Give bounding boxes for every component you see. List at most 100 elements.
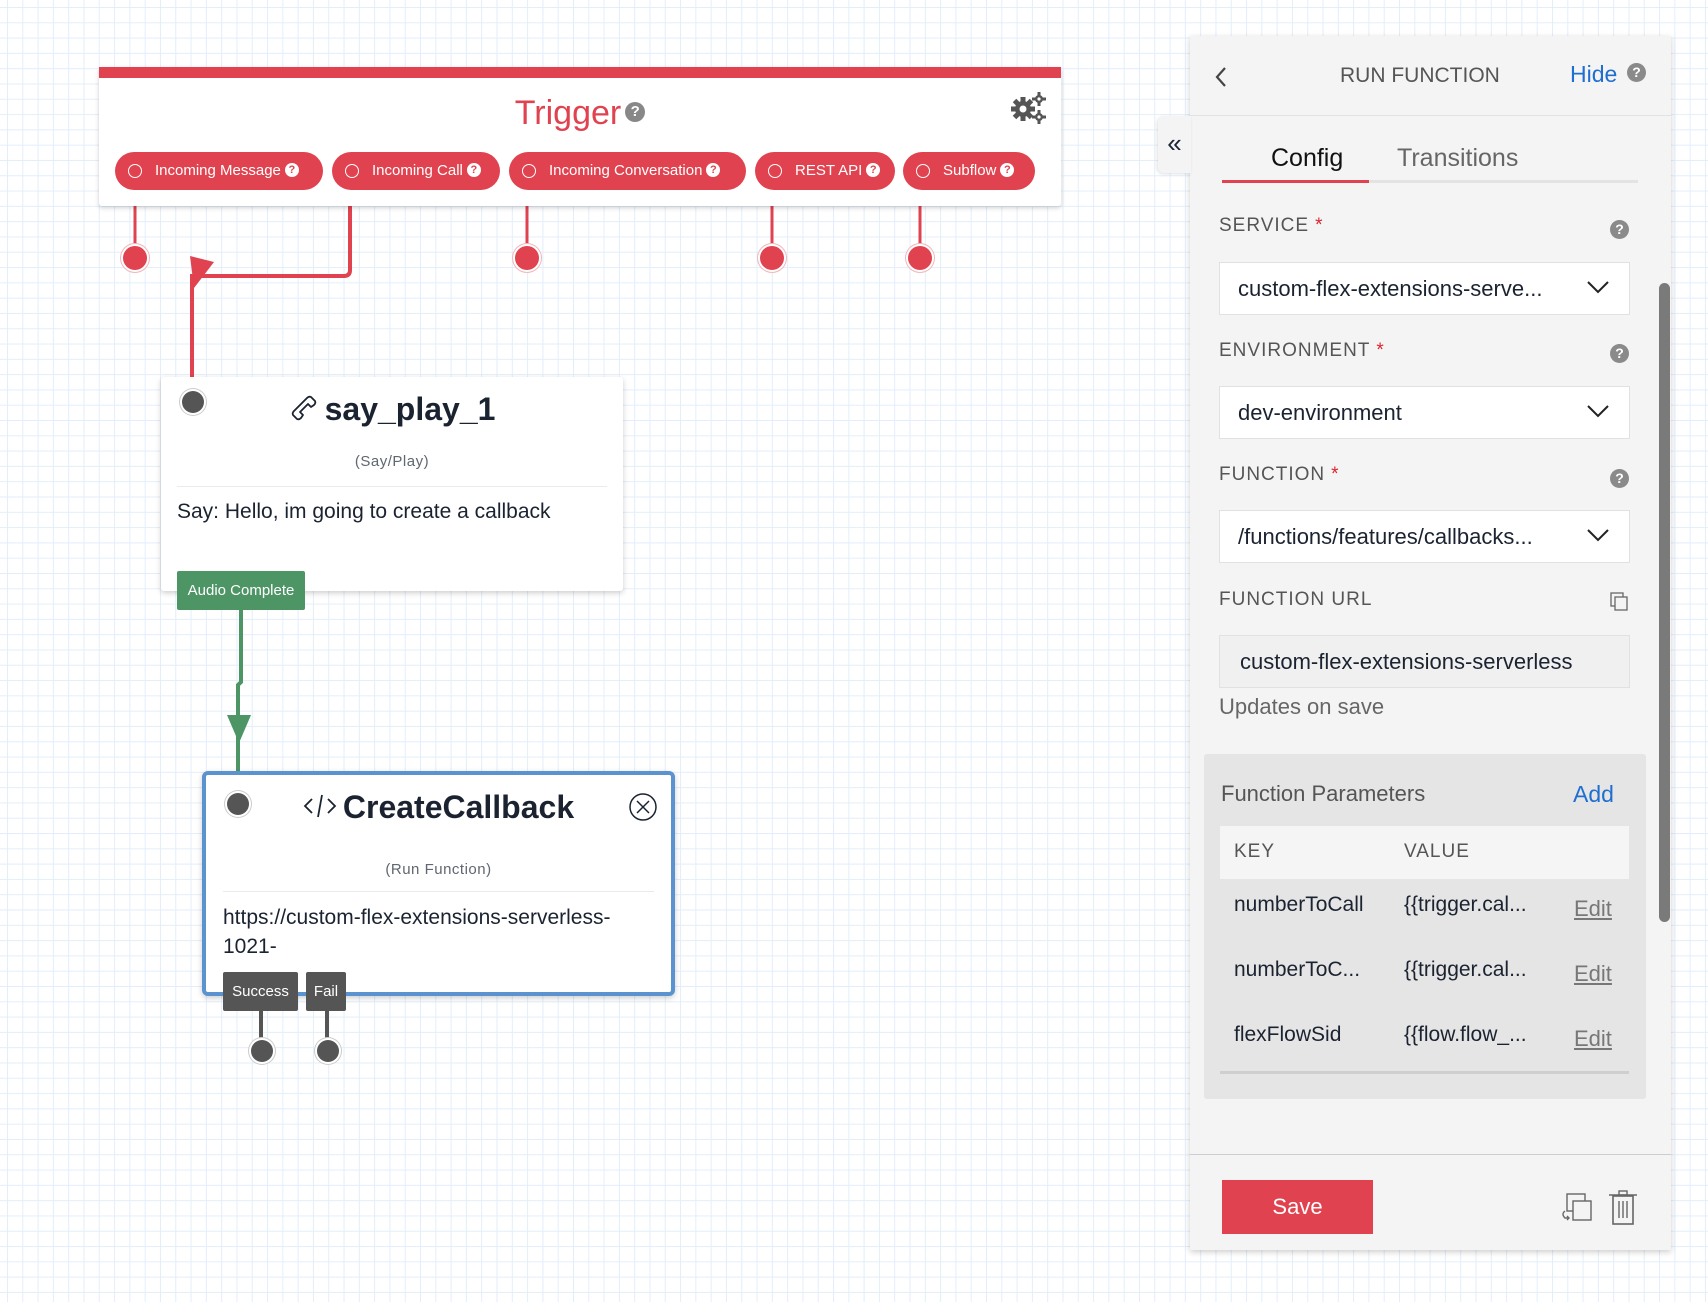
chevron-down-icon [1587, 529, 1609, 542]
function-url-field[interactable]: custom-flex-extensions-serverless [1219, 635, 1630, 688]
help-icon[interactable]: ? [1610, 220, 1629, 239]
widget-create-callback[interactable]: CreateCallback (Run Function) https://cu… [202, 771, 675, 996]
help-icon[interactable]: ? [1610, 344, 1629, 363]
table-bottom-border [1220, 1071, 1629, 1074]
field-value: custom-flex-extensions-serverless [1240, 649, 1573, 674]
input-port[interactable] [227, 793, 249, 815]
help-icon[interactable]: ? [866, 163, 881, 178]
transition-audio-complete[interactable]: Audio Complete [177, 571, 305, 610]
select-value: dev-environment [1238, 400, 1402, 425]
widget-type: (Say/Play) [354, 453, 430, 470]
help-icon[interactable]: ? [466, 163, 481, 178]
help-icon[interactable]: ? [284, 163, 299, 178]
chevron-left-icon[interactable] [1213, 65, 1229, 89]
trigger-title-text: Trigger [514, 94, 622, 132]
function-label: FUNCTION * [1219, 464, 1340, 486]
help-icon[interactable]: ? [706, 163, 721, 178]
service-select[interactable]: custom-flex-extensions-serve... [1219, 262, 1630, 315]
radio-icon [522, 164, 536, 178]
widget-body-line: 1021- [223, 935, 277, 958]
divider [223, 891, 654, 892]
tab-transitions[interactable]: Transitions [1397, 144, 1518, 173]
function-url-label: FUNCTION URL [1219, 589, 1373, 610]
radio-icon [345, 164, 359, 178]
required-marker: * [1315, 215, 1324, 236]
chevron-down-icon [1587, 281, 1609, 294]
pill-label: Incoming Conversation [549, 162, 703, 179]
trigger-pill-incoming-call[interactable]: Incoming Call? [332, 152, 500, 190]
trigger-pill-incoming-conversation[interactable]: Incoming Conversation? [509, 152, 746, 190]
close-icon[interactable] [628, 792, 658, 822]
pill-label: Incoming Message [155, 162, 281, 179]
panel-title: RUN FUNCTION [1340, 64, 1500, 87]
widget-title: CreateCallback [206, 789, 671, 826]
label-text: ENVIRONMENT [1219, 340, 1371, 361]
transition-success[interactable]: Success [223, 972, 298, 1011]
help-icon[interactable]: ? [625, 102, 646, 123]
label-text: FUNCTION [1219, 464, 1326, 485]
column-header-value: VALUE [1404, 841, 1470, 862]
wire-audio-complete-to-create-callback[interactable] [236, 610, 243, 772]
required-marker: * [1376, 340, 1385, 361]
widget-body: https://custom-flex-extensions-serverles… [223, 903, 610, 961]
output-port-success[interactable] [251, 1040, 273, 1062]
radio-icon [916, 164, 930, 178]
environment-select[interactable]: dev-environment [1219, 386, 1630, 439]
trigger-pill-subflow[interactable]: Subflow? [903, 152, 1035, 190]
tab-config[interactable]: Config [1271, 144, 1343, 173]
gears-icon[interactable] [1011, 91, 1047, 125]
input-port[interactable] [182, 391, 204, 413]
pill-label: Subflow [943, 162, 997, 179]
help-icon[interactable]: ? [1000, 163, 1015, 178]
code-icon [303, 794, 337, 817]
param-key: numberToCall [1234, 893, 1364, 916]
param-key: flexFlowSid [1234, 1023, 1342, 1046]
edit-parameter-link[interactable]: Edit [1574, 961, 1612, 987]
edit-parameter-link[interactable]: Edit [1574, 1026, 1612, 1052]
trigger-pill-incoming-message[interactable]: Incoming Message? [115, 152, 323, 190]
output-port-rest-api[interactable] [760, 246, 784, 270]
output-port-fail[interactable] [317, 1040, 339, 1062]
wire-arrowhead-green [227, 715, 251, 743]
copy-icon[interactable] [1610, 592, 1629, 612]
wire-incoming-call-to-say-play[interactable] [190, 190, 352, 378]
edit-parameter-link[interactable]: Edit [1574, 896, 1612, 922]
column-header-key: KEY [1234, 841, 1276, 862]
collapse-panel-button[interactable]: « [1158, 116, 1191, 173]
widget-body-line: https://custom-flex-extensions-serverles… [223, 906, 611, 929]
widget-title-text: CreateCallback [342, 789, 575, 825]
output-port-incoming-conversation[interactable] [515, 246, 539, 270]
widget-say-play-1[interactable]: say_play_1 (Say/Play) Say: Hello, im goi… [161, 377, 623, 591]
duplicate-icon[interactable] [1560, 1192, 1592, 1224]
function-select[interactable]: /functions/features/callbacks... [1219, 510, 1630, 563]
output-port-subflow[interactable] [908, 246, 932, 270]
trigger-widget[interactable]: Trigger? Incoming Message? Incoming Call… [99, 67, 1061, 206]
add-parameter-button[interactable]: Add [1573, 781, 1614, 808]
widget-title-text: say_play_1 [324, 391, 496, 427]
param-value: {{trigger.cal... [1404, 958, 1527, 981]
trigger-pill-rest-api[interactable]: REST API? [755, 152, 895, 190]
transition-fail[interactable]: Fail [306, 972, 346, 1011]
trash-icon[interactable] [1608, 1190, 1638, 1226]
panel-scrollbar[interactable] [1659, 283, 1670, 922]
help-icon[interactable]: ? [1610, 469, 1629, 488]
widget-type: (Run Function) [385, 861, 492, 878]
pill-label: Incoming Call [372, 162, 463, 179]
hide-panel-link[interactable]: Hide [1570, 61, 1617, 88]
active-tab-indicator [1222, 180, 1369, 183]
radio-icon [128, 164, 142, 178]
select-value: custom-flex-extensions-serve... [1238, 276, 1543, 301]
help-icon[interactable]: ? [1627, 63, 1646, 82]
trigger-header-bar [99, 67, 1061, 78]
wire-arrowhead-red [190, 256, 214, 288]
widget-title: say_play_1 [161, 391, 623, 428]
output-port-incoming-message[interactable] [123, 246, 147, 270]
chevron-down-icon [1587, 405, 1609, 418]
required-marker: * [1331, 464, 1340, 485]
save-button[interactable]: Save [1222, 1180, 1373, 1234]
panel-header-divider [1190, 115, 1671, 116]
double-chevron-left-icon: « [1167, 128, 1182, 158]
label-text: SERVICE [1219, 215, 1310, 236]
function-url-hint: Updates on save [1219, 694, 1385, 719]
param-key: numberToC... [1234, 958, 1361, 981]
